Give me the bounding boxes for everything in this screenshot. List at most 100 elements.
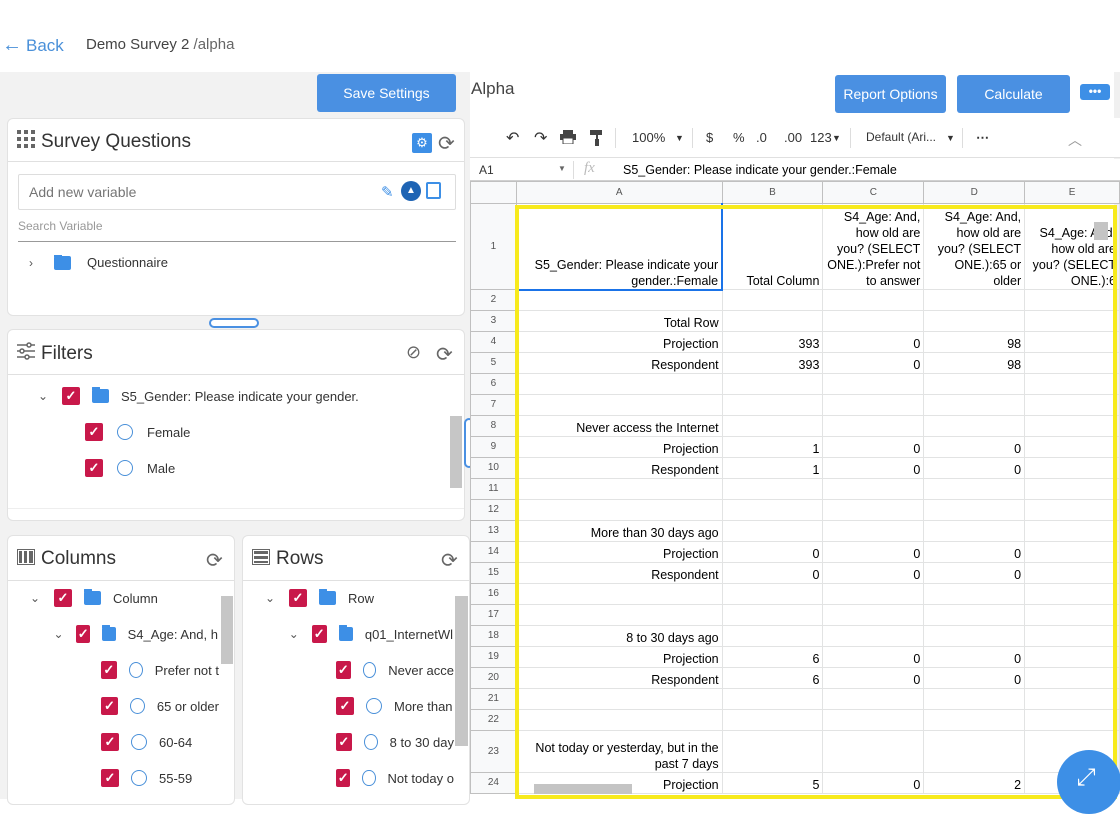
checkbox-checked[interactable]: ✓ bbox=[62, 387, 80, 405]
sheet-row[interactable]: 5 Respondent 393 0 98 bbox=[470, 352, 1120, 374]
sheet-cell[interactable] bbox=[1024, 289, 1120, 311]
sheet-cell[interactable] bbox=[721, 478, 824, 500]
sheet-cell[interactable]: Respondent bbox=[515, 562, 723, 584]
paint-format-icon[interactable] bbox=[590, 130, 604, 149]
sheet-cell[interactable]: 0 bbox=[822, 331, 925, 353]
sheet-row[interactable]: 23 Not today or yesterday, but in the pas… bbox=[470, 730, 1120, 773]
number-format[interactable]: 123 bbox=[810, 130, 832, 145]
percent-format[interactable]: % bbox=[733, 130, 745, 145]
row-header[interactable]: 20 bbox=[470, 667, 517, 689]
column-header[interactable]: A bbox=[515, 181, 723, 204]
sheet-cell[interactable]: Total Column bbox=[721, 203, 824, 290]
increase-decimal[interactable]: .00 bbox=[784, 130, 802, 145]
sheet-cell[interactable]: S4_Age: And, how old are you? (SELECT ON… bbox=[1024, 203, 1120, 290]
grid-horizontal-scrollbar[interactable] bbox=[534, 784, 632, 794]
sheet-cell[interactable] bbox=[1024, 478, 1120, 500]
checkbox-checked[interactable]: ✓ bbox=[54, 589, 72, 607]
sheet-cell[interactable]: 0 bbox=[822, 772, 925, 794]
sheet-cell[interactable] bbox=[515, 478, 723, 500]
radio-button[interactable] bbox=[131, 734, 147, 750]
sheet-row[interactable]: 8 Never access the Internet bbox=[470, 415, 1120, 437]
row-header[interactable]: 15 bbox=[470, 562, 517, 584]
back-link[interactable]: ← Back bbox=[2, 34, 64, 57]
sheet-cell[interactable]: 1 bbox=[721, 436, 824, 458]
sheet-row[interactable]: 10 Respondent 1 0 0 bbox=[470, 457, 1120, 479]
sheet-cell[interactable] bbox=[822, 604, 925, 626]
chevron-down-icon[interactable]: ⌄ bbox=[53, 627, 64, 641]
sheet-cell[interactable] bbox=[721, 688, 824, 710]
sheet-cell[interactable] bbox=[1024, 520, 1120, 542]
radio-button[interactable] bbox=[128, 662, 143, 678]
upload-icon[interactable]: ▲ bbox=[401, 181, 421, 201]
refresh-icon[interactable]: ⟳ bbox=[438, 131, 455, 156]
sheet-cell[interactable] bbox=[721, 394, 824, 416]
sheet-cell[interactable] bbox=[515, 709, 723, 731]
sheet-cell[interactable]: 0 bbox=[923, 436, 1026, 458]
sheet-cell[interactable] bbox=[1024, 310, 1120, 332]
filter-option-male[interactable]: ✓ Male bbox=[85, 459, 175, 477]
chevron-down-icon[interactable]: ⌄ bbox=[28, 591, 42, 605]
sheet-cell[interactable] bbox=[923, 373, 1026, 395]
sheet-cell[interactable] bbox=[515, 394, 723, 416]
sheet-cell[interactable] bbox=[923, 583, 1026, 605]
sheet-cell[interactable]: S5_Gender: Please indicate your gender.:… bbox=[515, 203, 724, 291]
row-header[interactable]: 13 bbox=[470, 520, 517, 542]
row-option-item[interactable]: ✓ More than bbox=[336, 697, 454, 715]
sheet-row[interactable]: 17 bbox=[470, 604, 1120, 626]
sheet-cell[interactable] bbox=[923, 688, 1026, 710]
print-icon[interactable] bbox=[560, 130, 576, 147]
sheet-cell[interactable] bbox=[721, 520, 824, 542]
checkbox-checked[interactable]: ✓ bbox=[85, 459, 103, 477]
sheet-row[interactable]: 18 8 to 30 days ago bbox=[470, 625, 1120, 647]
sheet-cell[interactable] bbox=[721, 583, 824, 605]
sheet-cell[interactable] bbox=[822, 415, 925, 437]
sheet-row[interactable]: 13 More than 30 days ago bbox=[470, 520, 1120, 542]
sheet-table[interactable]: A B C D E 1 S5_Gender: Please indicate your ge… bbox=[470, 181, 1120, 794]
sheet-cell[interactable]: Never access the Internet bbox=[515, 415, 723, 437]
column-header[interactable]: D bbox=[923, 181, 1026, 204]
sheet-row[interactable]: 4 Projection 393 0 98 bbox=[470, 331, 1120, 353]
sheet-cell[interactable] bbox=[515, 583, 723, 605]
sheet-cell[interactable] bbox=[822, 373, 925, 395]
currency-format[interactable]: $ bbox=[706, 130, 713, 145]
sheet-cell[interactable]: 6 bbox=[721, 646, 824, 668]
caret-down-icon[interactable]: ▼ bbox=[946, 133, 955, 143]
sheet-cell[interactable] bbox=[1024, 436, 1120, 458]
sheet-cell[interactable] bbox=[822, 478, 925, 500]
sheet-cell[interactable]: 0 bbox=[923, 646, 1026, 668]
row-header[interactable]: 19 bbox=[470, 646, 517, 668]
sheet-cell[interactable]: 0 bbox=[822, 457, 925, 479]
sheet-cell[interactable] bbox=[822, 709, 925, 731]
sheet-cell[interactable] bbox=[721, 415, 824, 437]
radio-button[interactable] bbox=[363, 734, 378, 750]
radio-button[interactable] bbox=[117, 424, 133, 440]
row-header[interactable]: 11 bbox=[470, 478, 517, 500]
sheet-cell[interactable] bbox=[721, 604, 824, 626]
sheet-cell[interactable] bbox=[721, 730, 824, 773]
sheet-cell[interactable] bbox=[822, 583, 925, 605]
sheet-row[interactable]: 16 bbox=[470, 583, 1120, 605]
sheet-cell[interactable] bbox=[822, 394, 925, 416]
sheet-cell[interactable] bbox=[515, 373, 723, 395]
row-header[interactable]: 18 bbox=[470, 625, 517, 647]
checkbox-checked[interactable]: ✓ bbox=[101, 697, 118, 715]
row-header[interactable]: 24 bbox=[470, 772, 517, 794]
sheet-cell[interactable] bbox=[1024, 394, 1120, 416]
sheet-cell[interactable] bbox=[1024, 625, 1120, 647]
sheet-row[interactable]: 3 Total Row bbox=[470, 310, 1120, 332]
sheet-cell[interactable] bbox=[1024, 688, 1120, 710]
sheet-row[interactable]: 19 Projection 6 0 0 bbox=[470, 646, 1120, 668]
sheet-cell[interactable] bbox=[923, 709, 1026, 731]
caret-down-icon[interactable]: ▼ bbox=[558, 164, 566, 173]
sheet-row[interactable]: 21 bbox=[470, 688, 1120, 710]
row-header[interactable]: 1 bbox=[470, 203, 517, 290]
sheet-cell[interactable]: 6 bbox=[721, 667, 824, 689]
sheet-cell[interactable]: Projection bbox=[515, 436, 723, 458]
sheet-cell[interactable] bbox=[923, 394, 1026, 416]
filter-option-female[interactable]: ✓ Female bbox=[85, 423, 190, 441]
tree-item-questionnaire[interactable]: › Questionnaire bbox=[24, 255, 168, 270]
sheet-cell[interactable] bbox=[923, 310, 1026, 332]
checkbox-checked[interactable]: ✓ bbox=[101, 769, 119, 787]
spreadsheet-grid[interactable]: A B C D E 1 S5_Gender: Please indicate your ge… bbox=[470, 181, 1120, 799]
column-option-item[interactable]: ✓ 65 or older bbox=[101, 697, 219, 715]
